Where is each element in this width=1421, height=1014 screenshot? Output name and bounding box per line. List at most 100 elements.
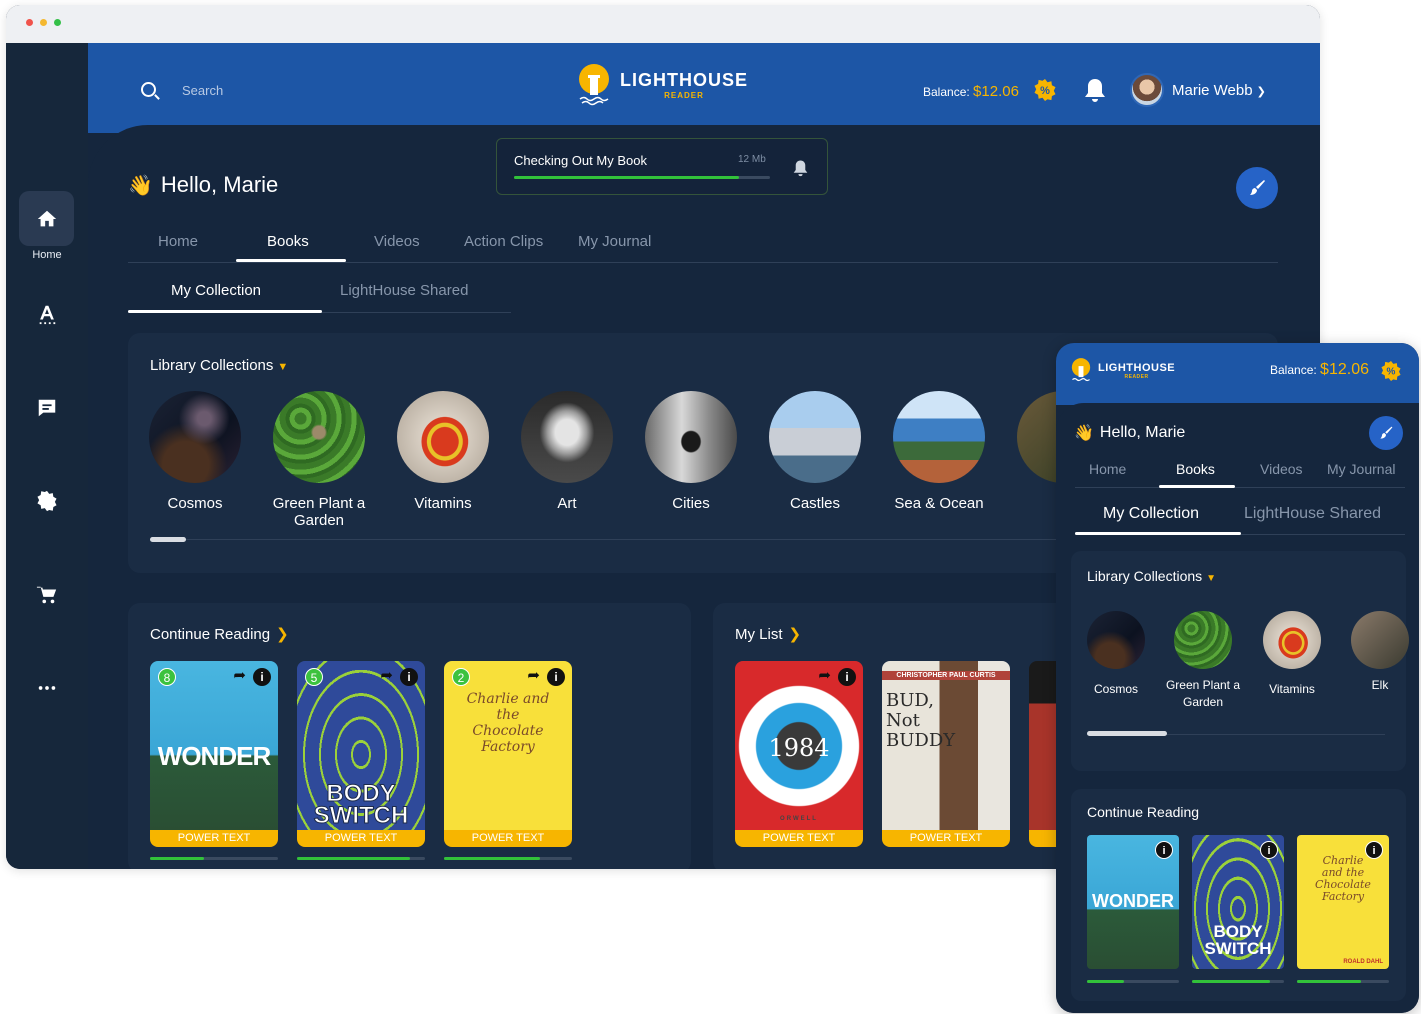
sidebar-item-messages[interactable]	[19, 380, 74, 435]
share-icon[interactable]: ➦	[233, 666, 246, 684]
collection-label: Sea & Ocean	[894, 495, 984, 512]
tab-my-journal[interactable]: My Journal	[578, 233, 651, 250]
mobile-library-scroll-thumb[interactable]	[1087, 731, 1167, 736]
sidebar-item-text[interactable]	[19, 286, 74, 341]
greeting: 👋 Hello, Marie	[128, 172, 278, 198]
coin-icon[interactable]: %	[1381, 361, 1401, 381]
mobile-main-tabs: Home Books Videos My Journal	[1075, 455, 1405, 488]
library-scroll-thumb[interactable]	[150, 537, 186, 542]
book-wonder[interactable]: WONDER 8 ➦ i POWER TEXT	[150, 661, 278, 847]
mobile-collection-cosmos[interactable]: Cosmos	[1071, 611, 1161, 698]
sidebar-item-store[interactable]	[19, 567, 74, 622]
sidebar-home-label: Home	[32, 249, 62, 261]
sidebar-item-more[interactable]	[19, 660, 74, 715]
mobile-collection-green-plant[interactable]: Green Plant a Garden	[1158, 611, 1248, 711]
settings-icon	[36, 490, 57, 511]
subtab-lighthouse-shared[interactable]: LightHouse Shared	[340, 282, 468, 299]
mobile-collection-vitamins[interactable]: Vitamins	[1247, 611, 1337, 698]
mobile-library-title[interactable]: Library Collections ▼	[1087, 568, 1216, 584]
mobile-tab-home[interactable]: Home	[1089, 461, 1126, 477]
power-text-tag: POWER TEXT	[444, 830, 572, 847]
top-bar: Search LIGHTHOUSE READER Balance: $12.06…	[88, 43, 1320, 133]
mobile-book-charlie[interactable]: Charlie and the Chocolate Factory ROALD …	[1297, 835, 1389, 969]
collection-cosmos[interactable]: Cosmos	[140, 391, 250, 512]
user-avatar[interactable]	[1130, 73, 1164, 107]
mobile-tab-my-journal[interactable]: My Journal	[1327, 461, 1395, 477]
mobile-book-body-switch[interactable]: BODY SWITCH i	[1192, 835, 1284, 969]
chevron-right-icon: ❯	[788, 626, 802, 643]
cart-icon	[36, 586, 56, 603]
mobile-collection-elk[interactable]: Elk	[1335, 611, 1419, 694]
tab-books[interactable]: Books	[267, 233, 309, 250]
sidebar: Home	[6, 43, 88, 869]
info-icon[interactable]: i	[1260, 841, 1278, 859]
library-collections-title[interactable]: Library Collections ▼	[150, 357, 288, 374]
collection-art[interactable]: Art	[512, 391, 622, 512]
info-icon[interactable]: i	[400, 668, 418, 686]
book-body-switch[interactable]: BODY SWITCH 5 ➦ i POWER TEXT	[297, 661, 425, 847]
info-icon[interactable]: i	[1365, 841, 1383, 859]
mobile-app-logo[interactable]: LIGHTHOUSE READER	[1070, 357, 1175, 385]
charlie-cover: Charlie and the Chocolate Factory	[444, 661, 572, 831]
tab-home[interactable]: Home	[158, 233, 198, 250]
mobile-balance: Balance: $12.06	[1270, 361, 1369, 379]
collection-label: Green Plant a Garden	[1165, 678, 1241, 709]
my-list-title[interactable]: My List ❯	[735, 625, 801, 643]
continue-reading-title[interactable]: Continue Reading ❯	[150, 625, 289, 643]
collection-subtabs: My Collection LightHouse Shared	[128, 273, 511, 313]
info-icon[interactable]: i	[1155, 841, 1173, 859]
download-toast: Checking Out My Book 12 Mb	[496, 138, 828, 195]
mobile-subtab-my-collection[interactable]: My Collection	[1103, 505, 1199, 523]
collection-sea-ocean[interactable]: Sea & Ocean	[884, 391, 994, 512]
mobile-active-subtab-indicator	[1075, 532, 1241, 535]
mobile-tab-videos[interactable]: Videos	[1260, 461, 1303, 477]
app-logo[interactable]: LIGHTHOUSE READER	[576, 63, 748, 107]
search-icon[interactable]	[141, 82, 156, 97]
share-icon[interactable]: ➦	[380, 666, 393, 684]
book-1984[interactable]: 1984 ORWELL ➦ i POWER TEXT	[735, 661, 863, 847]
maximize-window-button[interactable]	[54, 19, 61, 26]
collection-castles[interactable]: Castles	[760, 391, 870, 512]
more-icon	[38, 685, 55, 690]
tab-videos[interactable]: Videos	[374, 233, 420, 250]
logo-title: LIGHTHOUSE	[620, 69, 749, 90]
mobile-tab-books[interactable]: Books	[1176, 461, 1215, 477]
sidebar-item-settings[interactable]	[19, 473, 74, 528]
download-title: Checking Out My Book	[514, 153, 647, 168]
customize-button[interactable]	[1236, 167, 1278, 209]
mobile-balance-amount: $12.06	[1320, 361, 1369, 378]
info-icon[interactable]: i	[253, 668, 271, 686]
mobile-customize-button[interactable]	[1369, 416, 1403, 450]
book-bud-not-buddy[interactable]: CHRISTOPHER PAUL CURTIS BUD, Not BUDDY P…	[882, 661, 1010, 847]
collection-label: Art	[557, 495, 577, 512]
share-icon[interactable]: ➦	[527, 666, 540, 684]
minimize-window-button[interactable]	[40, 19, 47, 26]
mobile-app: LIGHTHOUSE READER Balance: $12.06 % 👋 He…	[1056, 343, 1419, 1013]
tab-action-clips[interactable]: Action Clips	[464, 233, 543, 250]
mobile-continue-reading-title[interactable]: Continue Reading	[1087, 804, 1199, 820]
book-cover-author: ORWELL	[780, 816, 818, 822]
collection-green-plant[interactable]: Green Plant a Garden	[264, 391, 374, 529]
collection-label: Vitamins	[1269, 682, 1315, 696]
download-bell-icon[interactable]	[793, 159, 808, 177]
collection-vitamins[interactable]: Vitamins	[388, 391, 498, 512]
info-icon[interactable]: i	[838, 668, 856, 686]
mobile-subtab-lighthouse-shared[interactable]: LightHouse Shared	[1244, 505, 1381, 523]
user-menu[interactable]: Marie Webb ❯	[1172, 82, 1266, 99]
share-icon[interactable]: ➦	[818, 666, 831, 684]
book-cover-title: BODY SWITCH	[1204, 922, 1272, 958]
collection-label: Cities	[672, 495, 710, 512]
search-input[interactable]: Search	[182, 83, 223, 98]
info-icon[interactable]: i	[547, 668, 565, 686]
castles-thumbnail	[769, 391, 861, 483]
sidebar-item-home[interactable]	[19, 191, 74, 246]
mobile-book-wonder[interactable]: WONDER i	[1087, 835, 1179, 969]
book-charlie[interactable]: Charlie and the Chocolate Factory 2 ➦ i …	[444, 661, 572, 847]
coin-icon[interactable]: %	[1034, 79, 1056, 101]
active-subtab-indicator	[128, 310, 322, 313]
collection-cities[interactable]: Cities	[636, 391, 746, 512]
mobile-continue-reading: Continue Reading WONDER i BODY SWITCH i …	[1071, 789, 1406, 1001]
subtab-my-collection[interactable]: My Collection	[171, 282, 261, 299]
close-window-button[interactable]	[26, 19, 33, 26]
notification-bell-icon[interactable]	[1084, 77, 1106, 103]
